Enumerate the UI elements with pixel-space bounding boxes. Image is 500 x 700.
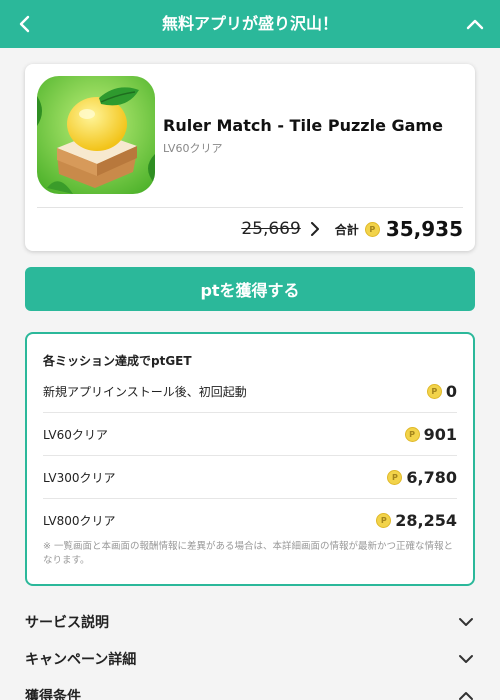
divider xyxy=(43,498,457,499)
old-price: 25,669 xyxy=(241,219,301,239)
app-name: Ruler Match - Tile Puzzle Game xyxy=(163,116,443,135)
coin-icon: P xyxy=(426,383,442,399)
chevron-right-icon xyxy=(307,220,323,238)
chevron-down-icon xyxy=(457,613,475,631)
mission-label: LV60クリア xyxy=(43,427,108,442)
mission-box: 各ミッション達成でptGET 新規アプリインストール後、初回起動 P 0 LV6… xyxy=(25,332,475,586)
coin-icon: P xyxy=(364,221,380,237)
accordion-campaign-details[interactable]: キャンペーン詳細 xyxy=(25,641,475,677)
chevron-up-icon xyxy=(466,19,484,30)
accordion-label: 獲得条件 xyxy=(25,689,81,700)
mission-row: LV300クリア P 6,780 xyxy=(43,457,457,497)
mission-label: LV300クリア xyxy=(43,470,116,485)
divider xyxy=(43,412,457,413)
chevron-left-icon xyxy=(19,15,30,33)
page-title: 無料アプリが盛り沢山！ xyxy=(161,14,338,33)
chevron-up-icon xyxy=(457,687,475,700)
mission-label: 新規アプリインストール後、初回起動 xyxy=(43,384,247,399)
price-row: 25,669 合計 P 35,935 xyxy=(241,216,463,242)
mission-row: LV60クリア P 901 xyxy=(43,414,457,454)
top-bar: 無料アプリが盛り沢山！ xyxy=(0,0,500,48)
get-points-button[interactable]: ptを獲得する xyxy=(25,267,475,311)
coin-icon: P xyxy=(404,426,420,442)
accordion-service-description[interactable]: サービス説明 xyxy=(25,604,475,640)
accordion-label: サービス説明 xyxy=(25,615,109,631)
divider xyxy=(37,207,463,208)
reward-value: 0 xyxy=(445,381,457,401)
mission-row: LV800クリア P 28,254 xyxy=(43,500,457,540)
mission-row: 新規アプリインストール後、初回起動 P 0 xyxy=(43,371,457,411)
collapse-button[interactable] xyxy=(460,8,490,40)
mission-reward: P 6,780 xyxy=(387,468,457,487)
accordion-label: キャンペーン詳細 xyxy=(25,652,137,668)
disclaimer-note: ※ 一覧画面と本画面の報酬情報に差異がある場合は、本詳細画面の情報が最新かつ正確… xyxy=(43,541,453,566)
app-subtitle: LV60クリア xyxy=(163,142,223,155)
app-card: Ruler Match - Tile Puzzle Game LV60クリア 2… xyxy=(25,64,475,251)
mission-label: LV800クリア xyxy=(43,513,116,528)
reward-value: 6,780 xyxy=(406,467,457,487)
mission-reward: P 28,254 xyxy=(376,511,457,530)
total-value: 35,935 xyxy=(385,217,463,241)
accordion-earning-conditions[interactable]: 獲得条件 xyxy=(25,678,475,700)
reward-value: 901 xyxy=(423,424,457,444)
total-label: 合計 xyxy=(334,222,359,237)
coin-icon: P xyxy=(376,512,392,528)
app-icon xyxy=(37,76,155,194)
divider xyxy=(43,455,457,456)
mission-reward: P 0 xyxy=(426,381,457,401)
mission-reward: P 901 xyxy=(404,424,457,444)
back-button[interactable] xyxy=(10,8,40,40)
chevron-down-icon xyxy=(457,650,475,668)
coin-icon: P xyxy=(387,469,403,485)
reward-value: 28,254 xyxy=(395,510,457,530)
mission-title: 各ミッション達成でptGET xyxy=(43,354,192,368)
